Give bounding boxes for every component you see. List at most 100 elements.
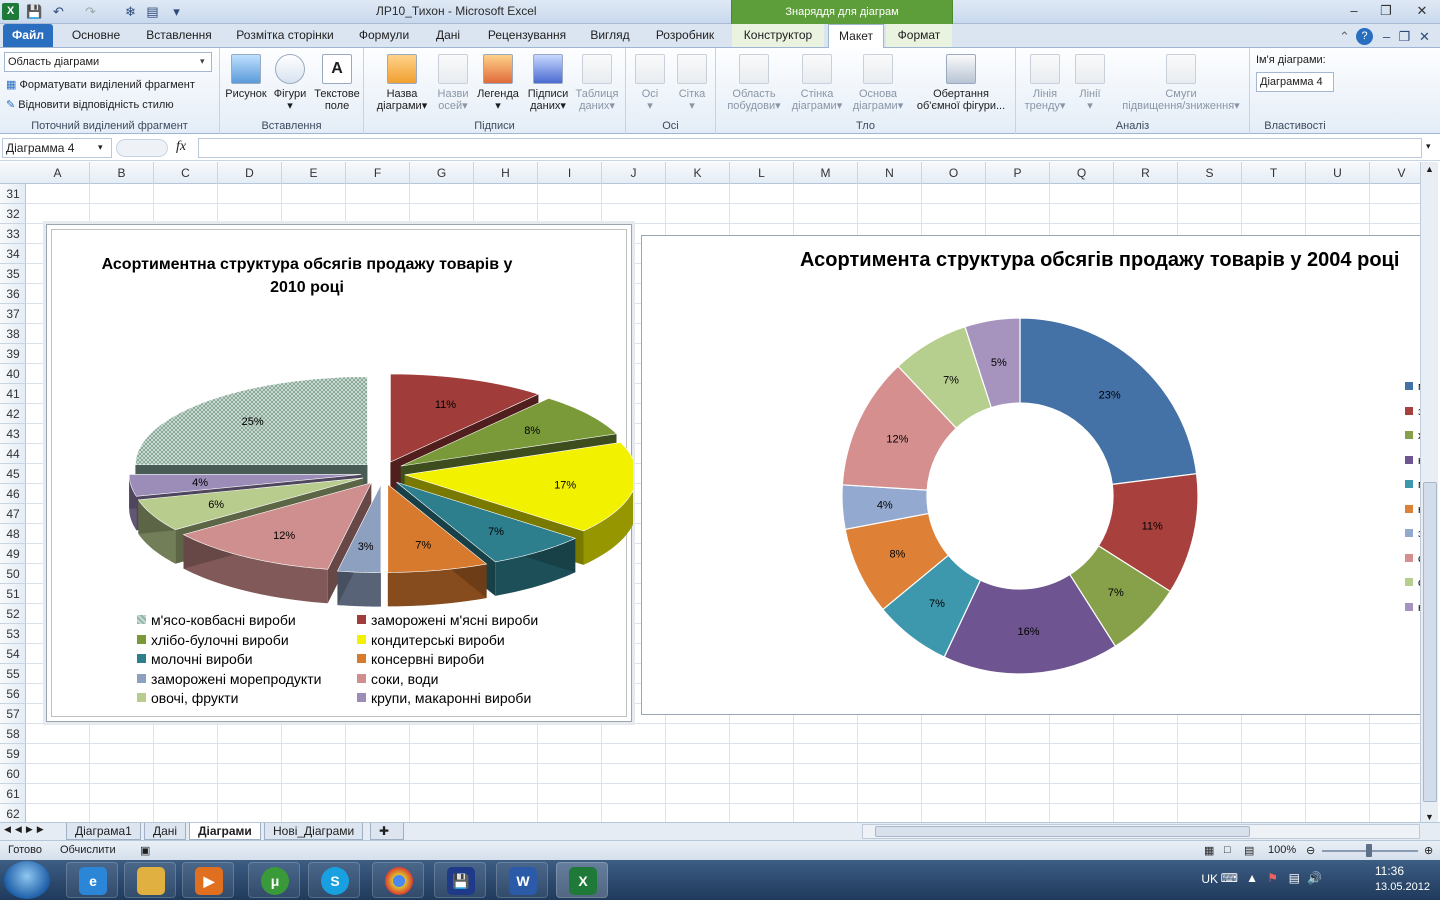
data-label[interactable]: 7% (943, 374, 959, 386)
row-header-cell[interactable]: 43 (0, 424, 26, 444)
keyboard-icon[interactable]: ⌨ (1221, 871, 1238, 885)
row-header-cell[interactable]: 46 (0, 484, 26, 504)
tab-format[interactable]: Формат (886, 24, 952, 47)
row-header-cell[interactable]: 60 (0, 764, 26, 784)
chart-floor-button[interactable]: Основа діаграми▾ (848, 54, 908, 112)
data-label[interactable]: 25% (242, 416, 264, 428)
start-button-icon[interactable] (4, 861, 50, 899)
data-label[interactable]: 8% (889, 549, 905, 561)
tab-data[interactable]: Дані (426, 24, 470, 47)
horizontal-scroll-thumb[interactable] (875, 826, 1250, 837)
column-header-cell[interactable]: M (794, 162, 858, 184)
lines-button[interactable]: Лінії ▾ (1072, 54, 1108, 112)
zoom-out-icon[interactable]: ⊖ (1306, 844, 1315, 857)
tab-design[interactable]: Конструктор (732, 24, 824, 47)
column-header-cell[interactable]: E (282, 162, 346, 184)
undo-icon[interactable]: ↶ (50, 3, 67, 20)
data-label[interactable]: 23% (1099, 389, 1121, 401)
legend-entry[interactable]: м'ясо-ковбасні вироби (137, 612, 296, 628)
chart-name-input[interactable]: Діаграмма 4 (1256, 72, 1334, 92)
column-header-cell[interactable]: C (154, 162, 218, 184)
column-header-cell[interactable]: R (1114, 162, 1178, 184)
reset-style-button[interactable]: ✎ Відновити відповідність стилю (6, 98, 174, 111)
show-hidden-icons[interactable]: ▲ (1246, 871, 1258, 885)
sheet-tab-new-charts[interactable]: Нові_Діаграми (264, 823, 364, 840)
row-header-cell[interactable]: 47 (0, 504, 26, 524)
tab-view[interactable]: Вигляд (584, 24, 636, 47)
doughnut-plot-area[interactable]: 23% 11% 7% 16% 7% 8% 4% 12% 7% 5% (642, 236, 1431, 715)
row-header-cell[interactable]: 40 (0, 364, 26, 384)
row-header-cell[interactable]: 36 (0, 284, 26, 304)
page-break-view-icon[interactable]: ▤ (1244, 844, 1254, 857)
plot-area-button[interactable]: Область побудови▾ (720, 54, 788, 112)
legend-entry[interactable]: соки, води (357, 671, 438, 687)
taskbar-save-app[interactable]: 💾 (434, 862, 486, 898)
tab-page-layout[interactable]: Розмітка сторінки (228, 24, 342, 47)
row-header-cell[interactable]: 33 (0, 224, 26, 244)
help-icon[interactable]: ? (1356, 28, 1373, 45)
row-header-cell[interactable]: 53 (0, 624, 26, 644)
column-header-cell[interactable]: P (986, 162, 1050, 184)
column-header-cell[interactable]: J (602, 162, 666, 184)
zoom-in-icon[interactable]: ⊕ (1424, 844, 1433, 857)
redo-icon[interactable]: ↷ (82, 3, 99, 20)
row-header-cell[interactable]: 61 (0, 784, 26, 804)
column-header-cell[interactable]: H (474, 162, 538, 184)
data-label[interactable]: 16% (1017, 626, 1039, 638)
column-header-cell[interactable]: D (218, 162, 282, 184)
macro-record-icon[interactable]: ▣ (140, 844, 150, 857)
insert-sheet-icon[interactable]: ✚ (370, 823, 404, 840)
scroll-up-icon[interactable]: ▲ (1425, 164, 1434, 174)
clock-date[interactable]: 13.05.2012 (1375, 881, 1430, 893)
doc-close-icon[interactable]: ✕ (1416, 28, 1433, 45)
vertical-scrollbar[interactable]: ▲ ▼ (1420, 162, 1438, 824)
data-label[interactable]: 7% (488, 526, 504, 538)
column-header-cell[interactable]: O (922, 162, 986, 184)
row-header-cell[interactable]: 41 (0, 384, 26, 404)
tab-insert[interactable]: Вставлення (140, 24, 218, 47)
taskbar-explorer[interactable] (124, 862, 176, 898)
data-label[interactable]: 5% (991, 357, 1007, 369)
row-header-cell[interactable]: 49 (0, 544, 26, 564)
sheet-tab-charts[interactable]: Діаграми (189, 823, 261, 840)
chart-element-dropdown[interactable]: Область діаграми (4, 52, 212, 72)
row-header-cell[interactable]: 45 (0, 464, 26, 484)
legend-entry[interactable]: крупи, макаронні вироби (357, 690, 531, 706)
network-icon[interactable]: ▤ (1289, 871, 1300, 885)
volume-icon[interactable]: 🔊 (1307, 871, 1322, 885)
data-label[interactable]: 6% (208, 499, 224, 511)
row-header-cell[interactable]: 50 (0, 564, 26, 584)
data-label[interactable]: 12% (273, 530, 295, 542)
axis-titles-button[interactable]: Назви осей▾ (434, 54, 472, 112)
save-icon[interactable]: 💾 (26, 3, 43, 20)
sheet-tab-data[interactable]: Дані (144, 823, 187, 840)
tab-formulas[interactable]: Формули (352, 24, 416, 47)
column-header-cell[interactable]: K (666, 162, 730, 184)
column-header-cell[interactable]: N (858, 162, 922, 184)
chart-title-button[interactable]: Назва діаграми▾ (368, 54, 436, 112)
row-header-cell[interactable]: 55 (0, 664, 26, 684)
data-label[interactable]: 7% (415, 540, 431, 552)
data-label[interactable]: 7% (1108, 587, 1124, 599)
trendline-button[interactable]: Лінія тренду▾ (1020, 54, 1070, 112)
status-calculate[interactable]: Обчислити (60, 844, 116, 856)
format-selection-button[interactable]: ▦ Форматувати виділений фрагмент (6, 78, 195, 91)
column-header-cell[interactable]: U (1306, 162, 1370, 184)
column-header-cell[interactable]: Q (1050, 162, 1114, 184)
column-header-cell[interactable]: I (538, 162, 602, 184)
legend-button[interactable]: Легенда ▾ (474, 54, 522, 112)
tab-layout[interactable]: Макет (828, 24, 884, 48)
sheet-nav-arrows-icon[interactable]: ◀◀▶▶ (4, 824, 48, 835)
data-labels-button[interactable]: Підписи даних▾ (524, 54, 572, 112)
close-icon[interactable]: ✕ (1408, 0, 1436, 22)
zoom-level[interactable]: 100% (1268, 844, 1296, 856)
data-label[interactable]: 11% (435, 399, 456, 411)
clock-time[interactable]: 11:36 (1375, 864, 1404, 878)
data-label[interactable]: 8% (524, 425, 540, 437)
shapes-button[interactable]: Фігури ▾ (270, 54, 310, 112)
data-label[interactable]: 3% (358, 541, 374, 553)
language-indicator[interactable]: UK (1201, 872, 1218, 886)
snowflake-icon[interactable]: ❄ (122, 3, 139, 20)
name-box[interactable]: Діаграмма 4 (2, 138, 112, 158)
data-label[interactable]: 11% (1142, 521, 1163, 533)
